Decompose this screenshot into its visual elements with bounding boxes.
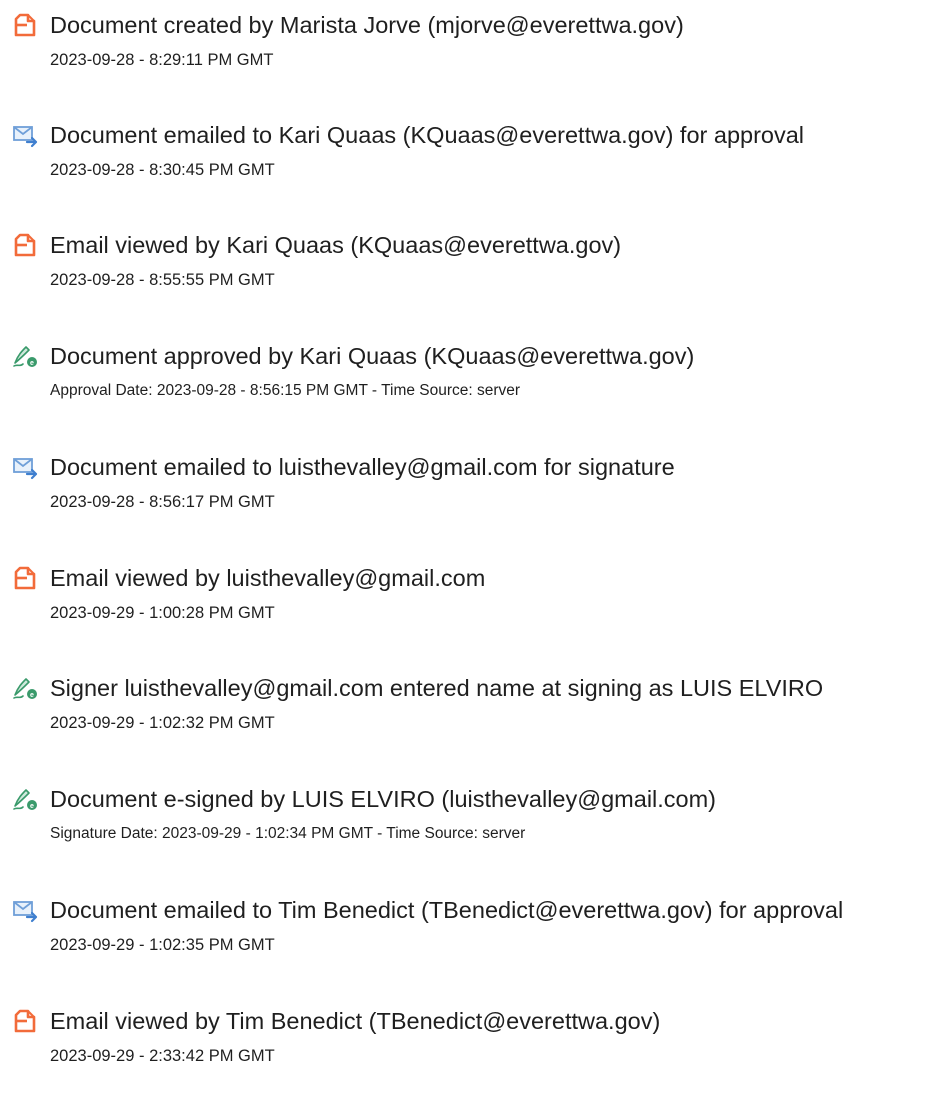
event-timestamp: 2023-09-29 - 1:00:28 PM GMT [50,604,275,622]
event-title: Document emailed to Kari Quaas (KQuaas@e… [50,122,805,148]
svg-text:e: e [30,803,34,810]
event-timestamp: 2023-09-28 - 8:56:17 PM GMT [50,493,275,511]
signature-icon: e [12,786,38,812]
event-signature-details: Signature Date: 2023-09-29 - 1:02:34 PM … [50,825,526,842]
event-title: Signer luisthevalley@gmail.com entered n… [50,675,824,701]
event-timestamp: 2023-09-29 - 2:33:42 PM GMT [50,1047,275,1065]
signature-icon: e [12,675,38,701]
document-icon [12,12,38,38]
event-title: Document emailed to Tim Benedict (TBened… [50,897,844,923]
document-icon [12,1008,38,1034]
audit-event: Document created by Marista Jorve (mjorv… [0,10,951,110]
audit-event: e Signer luisthevalley@gmail.com entered… [0,673,951,773]
event-timestamp: 2023-09-29 - 1:02:32 PM GMT [50,714,275,732]
audit-event: Document emailed to Kari Quaas (KQuaas@e… [0,120,951,220]
event-timestamp: 2023-09-29 - 1:02:35 PM GMT [50,936,275,954]
event-title: Email viewed by Tim Benedict (TBenedict@… [50,1008,661,1034]
event-timestamp: 2023-09-28 - 8:30:45 PM GMT [50,161,275,179]
email-icon [12,454,38,480]
event-title: Email viewed by luisthevalley@gmail.com [50,565,486,591]
event-title: Document emailed to luisthevalley@gmail.… [50,454,675,480]
event-title: Document e-signed by LUIS ELVIRO (luisth… [50,786,717,812]
audit-event: Document emailed to luisthevalley@gmail.… [0,452,951,552]
document-icon [12,565,38,591]
event-timestamp: 2023-09-28 - 8:29:11 PM GMT [50,51,274,69]
audit-event: e Document e-signed by LUIS ELVIRO (luis… [0,784,951,884]
email-icon [12,122,38,148]
email-icon [12,897,38,923]
event-title: Email viewed by Kari Quaas (KQuaas@evere… [50,232,622,258]
audit-event: Email viewed by Kari Quaas (KQuaas@evere… [0,230,951,330]
document-icon [12,232,38,258]
event-approval-details: Approval Date: 2023-09-28 - 8:56:15 PM G… [50,382,521,399]
audit-event: Document emailed to Tim Benedict (TBened… [0,895,951,995]
audit-event: Email viewed by luisthevalley@gmail.com … [0,563,951,663]
signature-icon: e [12,343,38,369]
svg-text:e: e [30,692,34,699]
event-title: Document created by Marista Jorve (mjorv… [50,12,684,38]
audit-event: Email viewed by Tim Benedict (TBenedict@… [0,1006,951,1106]
audit-event: e Document approved by Kari Quaas (KQuaa… [0,341,951,441]
svg-text:e: e [30,360,34,367]
event-timestamp: 2023-09-28 - 8:55:55 PM GMT [50,271,275,289]
event-title: Document approved by Kari Quaas (KQuaas@… [50,343,695,369]
